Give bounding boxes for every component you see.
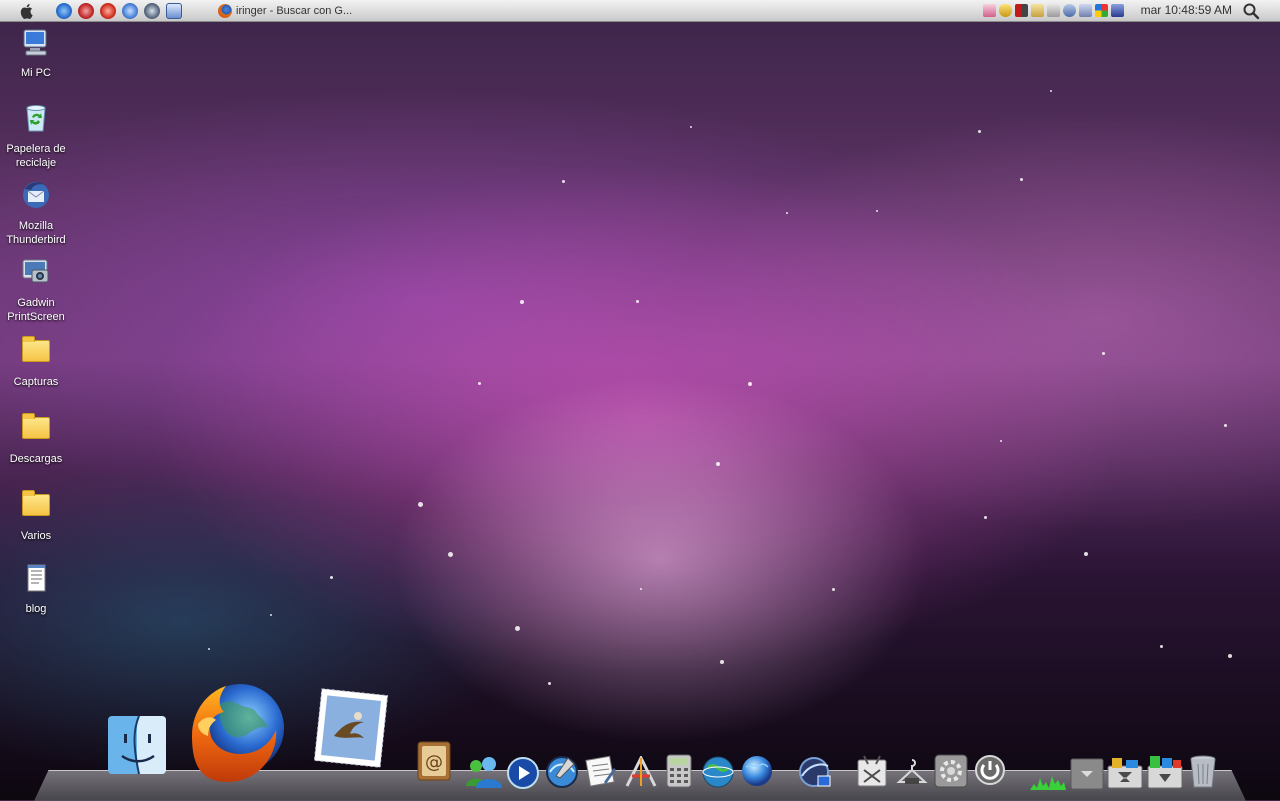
desktop-icon-label: Descargas — [9, 453, 63, 465]
media-icon[interactable] — [144, 2, 160, 19]
dashboard-icon[interactable] — [796, 752, 834, 790]
quick-launch — [56, 2, 182, 19]
utility-icon[interactable] — [856, 754, 888, 788]
desktop-icon-blog[interactable]: blog — [2, 562, 70, 616]
desktop-icon-recycle-bin[interactable]: Papelera de reciclaje — [2, 102, 70, 170]
folder-icon — [22, 336, 50, 362]
trash-icon[interactable] — [1188, 754, 1218, 790]
applications-icon[interactable] — [1146, 754, 1184, 790]
text-file-icon — [27, 564, 46, 592]
clock[interactable]: mar 10:48:59 AM — [1141, 3, 1232, 17]
textedit-icon[interactable] — [584, 754, 618, 788]
thunderbird-icon — [23, 182, 49, 208]
reload-icon[interactable] — [100, 2, 116, 19]
apple-icon[interactable] — [20, 3, 34, 19]
calculator-icon[interactable] — [666, 754, 692, 788]
activity-monitor-icon[interactable] — [1030, 770, 1066, 790]
finder-icon[interactable] — [106, 714, 168, 776]
power-icon[interactable] — [974, 754, 1006, 786]
desktop-icon-label: Varios — [20, 530, 52, 542]
display-icon[interactable] — [1110, 3, 1124, 17]
desktop-icon-gadwin[interactable]: Gadwin PrintScreen — [2, 256, 70, 324]
media-player-icon[interactable] — [506, 756, 540, 790]
safari-icon[interactable] — [740, 754, 774, 788]
desktop-icon-varios[interactable]: Varios — [2, 488, 70, 543]
messenger-icon[interactable] — [122, 2, 138, 19]
hanger-icon[interactable] — [896, 756, 928, 788]
opera-icon[interactable] — [78, 2, 94, 19]
firefox-icon[interactable] — [178, 676, 296, 790]
firefox-icon — [218, 3, 232, 18]
taskbar-window-button[interactable]: iringer - Buscar con G... — [218, 3, 353, 18]
monitor-icon[interactable] — [1078, 3, 1092, 17]
battery-icon[interactable] — [1030, 3, 1044, 17]
downloads-icon[interactable] — [1106, 756, 1144, 790]
desktop-icon-descargas[interactable]: Descargas — [2, 411, 70, 466]
magnifier-icon[interactable] — [1242, 2, 1260, 20]
ie-icon[interactable] — [56, 2, 72, 19]
folder-icon — [22, 490, 50, 516]
address-book-icon[interactable]: @ — [414, 740, 454, 782]
messenger-icon[interactable] — [464, 752, 504, 790]
recycle-bin-icon — [26, 105, 46, 132]
flag-icon[interactable] — [1014, 3, 1028, 17]
desktop-icon-label: Mozilla Thunderbird — [6, 220, 66, 246]
itunes-icon[interactable] — [544, 754, 580, 790]
computer-icon — [23, 29, 47, 56]
desktop-icon-mi-pc[interactable]: Mi PC — [2, 26, 70, 80]
desktop-icon-label: Capturas — [13, 376, 59, 388]
app-store-icon[interactable] — [624, 756, 658, 788]
network-globe-icon[interactable] — [700, 754, 736, 790]
desktop-icon-label: Gadwin PrintScreen — [7, 297, 65, 323]
stack-icon[interactable] — [1070, 758, 1104, 790]
folder-icon — [22, 413, 50, 439]
top-menubar: iringer - Buscar con G... mar 10:48:59 A… — [0, 0, 1280, 22]
shield-icon[interactable] — [982, 3, 996, 17]
windows-icon[interactable] — [1094, 3, 1108, 17]
notepad-icon[interactable] — [166, 2, 182, 19]
network-icon[interactable] — [1062, 3, 1076, 17]
desktop-icon-label: blog — [25, 603, 47, 615]
security-icon[interactable] — [998, 3, 1012, 17]
system-preferences-icon[interactable] — [934, 754, 968, 788]
system-tray: mar 10:48:59 AM — [982, 3, 1232, 17]
desktop-icon-capturas[interactable]: Capturas — [2, 334, 70, 389]
desktop-icon-label: Papelera de reciclaje — [6, 143, 66, 169]
desktop-icon-label: Mi PC — [21, 67, 51, 79]
mail-icon[interactable] — [312, 686, 390, 774]
task-title: iringer - Buscar con G... — [236, 4, 353, 17]
printscreen-icon — [22, 259, 49, 283]
volume-icon[interactable] — [1046, 3, 1060, 17]
svg-text:@: @ — [425, 752, 443, 773]
desktop-icon-thunderbird[interactable]: Mozilla Thunderbird — [2, 179, 70, 247]
